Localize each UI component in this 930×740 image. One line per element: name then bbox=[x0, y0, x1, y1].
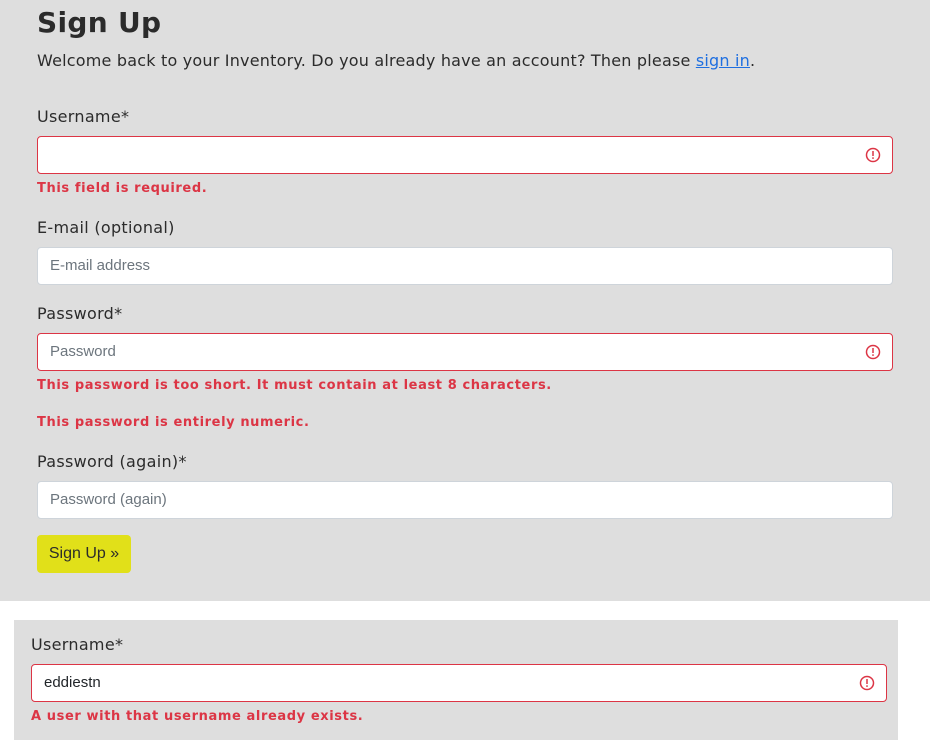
password-input[interactable]: Password bbox=[37, 333, 893, 371]
page-title: Sign Up bbox=[37, 6, 162, 39]
username-value: eddiestn bbox=[44, 674, 101, 691]
password-error-numeric: This password is entirely numeric. bbox=[37, 415, 310, 430]
error-icon bbox=[859, 675, 875, 691]
username-label: Username* bbox=[31, 635, 124, 654]
signup-form-panel: Sign Up Welcome back to your Inventory. … bbox=[0, 0, 930, 601]
username-input[interactable] bbox=[37, 136, 893, 174]
password-again-input[interactable]: Password (again) bbox=[37, 481, 893, 519]
username-taken-panel: Username* eddiestn A user with that user… bbox=[14, 620, 898, 740]
error-icon bbox=[865, 147, 881, 163]
welcome-message: Welcome back to your Inventory. Do you a… bbox=[37, 51, 696, 70]
password-label: Password* bbox=[37, 304, 123, 323]
username-label: Username* bbox=[37, 107, 130, 126]
welcome-text: Welcome back to your Inventory. Do you a… bbox=[37, 51, 755, 70]
username-exists-error: A user with that username already exists… bbox=[31, 709, 364, 724]
password-error-short: This password is too short. It must cont… bbox=[37, 378, 552, 393]
email-placeholder: E-mail address bbox=[50, 257, 151, 274]
welcome-end: . bbox=[749, 51, 756, 70]
email-label: E-mail (optional) bbox=[37, 218, 175, 237]
password-again-placeholder: Password (again) bbox=[50, 491, 167, 508]
password-placeholder: Password bbox=[50, 343, 116, 360]
sign-up-button[interactable]: Sign Up » bbox=[37, 535, 131, 573]
error-icon bbox=[865, 344, 881, 360]
sign-in-link[interactable]: sign in bbox=[696, 51, 750, 70]
username-error: This field is required. bbox=[37, 181, 208, 196]
username-input[interactable]: eddiestn bbox=[31, 664, 887, 702]
password-again-label: Password (again)* bbox=[37, 452, 187, 471]
email-input[interactable]: E-mail address bbox=[37, 247, 893, 285]
